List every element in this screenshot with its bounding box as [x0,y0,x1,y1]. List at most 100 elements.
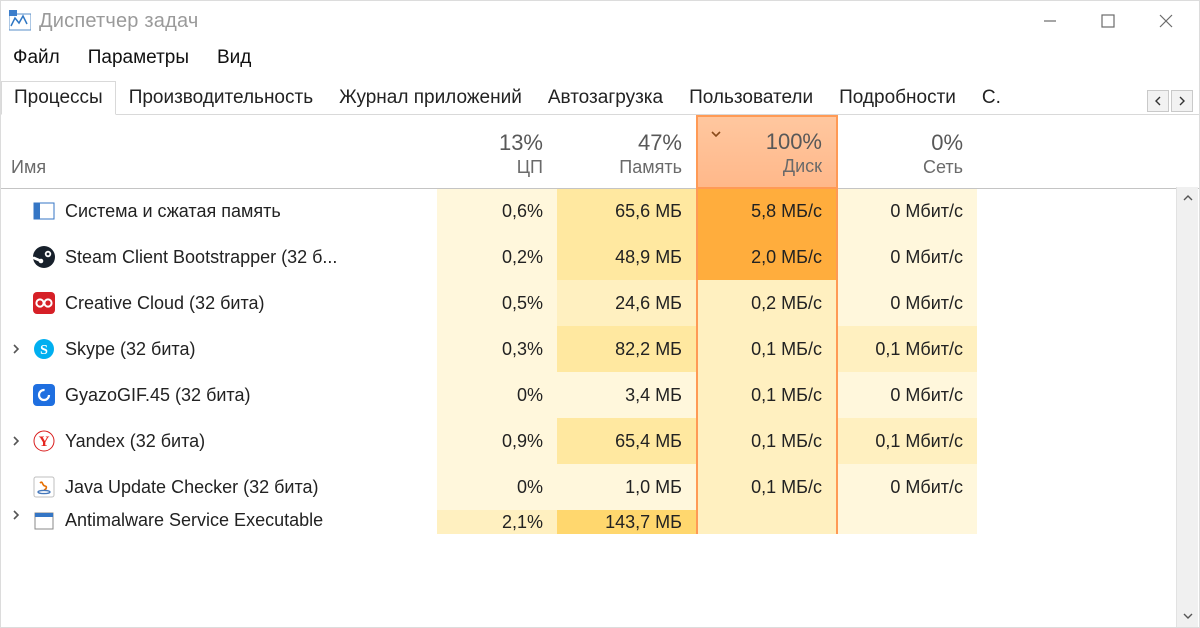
cell-network: 0 Мбит/с [837,464,977,510]
process-icon: S [33,338,55,360]
process-table: Имя 13% ЦП 47% Память 100% [1,115,1199,534]
tab-app-history[interactable]: Журнал приложений [326,81,535,115]
process-name: Steam Client Bootstrapper (32 б... [65,247,337,268]
process-name: Creative Cloud (32 бита) [65,293,265,314]
window-title: Диспетчер задач [39,10,198,33]
cell-name[interactable]: Steam Client Bootstrapper (32 б... [1,234,437,280]
scroll-up-button[interactable] [1177,187,1198,209]
tabstrip: Процессы Производительность Журнал прило… [1,75,1199,115]
column-cpu[interactable]: 13% ЦП [437,116,557,188]
column-network[interactable]: 0% Сеть [837,116,977,188]
table-row[interactable]: Y Yandex (32 бита) 0,9%65,4 МБ0,1 МБ/с0,1 … [1,418,1199,464]
process-icon: Y [33,430,55,452]
cell-disk: 0,1 МБ/с [697,372,837,418]
cell-cpu: 0,6% [437,188,557,234]
cell-name[interactable]: Java Update Checker (32 бита) [1,464,437,510]
process-icon [33,246,55,268]
cell-name[interactable]: GyazoGIF.45 (32 бита) [1,372,437,418]
column-name[interactable]: Имя [1,116,437,188]
cell-name[interactable]: Y Yandex (32 бита) [1,418,437,464]
minimize-button[interactable] [1021,3,1079,39]
expand-icon[interactable] [9,436,23,446]
cell-cpu: 2,1% [437,510,557,534]
maximize-button[interactable] [1079,3,1137,39]
tab-users[interactable]: Пользователи [676,81,826,115]
cell-memory: 65,4 МБ [557,418,697,464]
cell-memory: 65,6 МБ [557,188,697,234]
table-row[interactable]: Система и сжатая память 0,6%65,6 МБ5,8 МБ… [1,188,1199,234]
expand-icon[interactable] [9,344,23,354]
tab-details[interactable]: Подробности [826,81,969,115]
cell-network: 0,1 Мбит/с [837,326,977,372]
column-padding [977,116,1199,188]
cell-network: 0 Мбит/с [837,234,977,280]
scroll-track[interactable] [1177,209,1198,605]
cell-name[interactable]: S Skype (32 бита) [1,326,437,372]
tab-processes[interactable]: Процессы [1,81,116,115]
svg-text:Y: Y [39,434,50,450]
table-row[interactable]: SSkype (32 бита)0,3%82,2 МБ0,1 МБ/с0,1 М… [1,326,1199,372]
menu-view[interactable]: Вид [217,47,251,69]
process-icon [33,476,55,498]
process-name: Система и сжатая память [65,201,281,222]
process-name: GyazoGIF.45 (32 бита) [65,385,250,406]
cell-padding [977,280,1199,326]
task-manager-window: Диспетчер задач Файл Параметры Вид Проце… [0,0,1200,628]
cell-disk: 0,1 МБ/с [697,464,837,510]
cell-cpu: 0% [437,464,557,510]
process-icon [33,510,55,532]
cell-padding [977,372,1199,418]
cell-padding [977,464,1199,510]
menubar: Файл Параметры Вид [1,41,1199,75]
cell-padding [977,510,1199,534]
cell-padding [977,418,1199,464]
cell-disk: 5,8 МБ/с [697,188,837,234]
cell-memory: 82,2 МБ [557,326,697,372]
cell-network: 0,1 Мбит/с [837,418,977,464]
process-name: Java Update Checker (32 бита) [65,477,319,498]
process-name: Yandex (32 бита) [65,431,205,452]
window-controls [1021,3,1195,39]
cell-name[interactable]: Creative Cloud (32 бита) [1,280,437,326]
cell-padding [977,326,1199,372]
tab-scroll-right[interactable] [1171,90,1193,112]
cell-memory: 48,9 МБ [557,234,697,280]
tab-services-cut[interactable]: С. [969,81,1014,115]
column-memory[interactable]: 47% Память [557,116,697,188]
app-icon [9,10,31,32]
tab-performance[interactable]: Производительность [116,81,326,115]
cell-memory: 24,6 МБ [557,280,697,326]
column-disk[interactable]: 100% Диск [697,116,837,188]
process-name: Antimalware Service Executable [65,510,323,531]
table-row[interactable]: GyazoGIF.45 (32 бита)0%3,4 МБ0,1 МБ/с0 М… [1,372,1199,418]
cell-disk: 0,2 МБ/с [697,280,837,326]
cell-disk: 0,1 МБ/с [697,418,837,464]
process-table-wrap: Имя 13% ЦП 47% Память 100% [1,115,1199,627]
cell-name[interactable]: Antimalware Service Executable [1,510,437,534]
tab-scroll-arrows [1145,90,1199,114]
cell-network: 0 Мбит/с [837,280,977,326]
process-name: Skype (32 бита) [65,339,195,360]
tab-startup[interactable]: Автозагрузка [535,81,676,115]
titlebar[interactable]: Диспетчер задач [1,1,1199,41]
menu-params[interactable]: Параметры [88,47,189,69]
cell-network [837,510,977,534]
table-row[interactable]: Creative Cloud (32 бита) 0,5%24,6 МБ0,2 М… [1,280,1199,326]
cell-cpu: 0,9% [437,418,557,464]
process-icon [33,384,55,406]
tab-scroll-left[interactable] [1147,90,1169,112]
table-row[interactable]: Java Update Checker (32 бита)0%1,0 МБ0,1… [1,464,1199,510]
cell-cpu: 0,5% [437,280,557,326]
table-row[interactable]: Antimalware Service Executable2,1%143,7 … [1,510,1199,534]
cell-disk: 2,0 МБ/с [697,234,837,280]
cell-disk: 0,1 МБ/с [697,326,837,372]
menu-file[interactable]: Файл [13,47,60,69]
cell-padding [977,188,1199,234]
vertical-scrollbar[interactable] [1176,187,1198,627]
cell-name[interactable]: Система и сжатая память [1,188,437,234]
svg-text:S: S [40,343,48,358]
close-button[interactable] [1137,3,1195,39]
scroll-down-button[interactable] [1177,605,1198,627]
table-row[interactable]: Steam Client Bootstrapper (32 б...0,2%48… [1,234,1199,280]
expand-icon[interactable] [9,510,23,520]
